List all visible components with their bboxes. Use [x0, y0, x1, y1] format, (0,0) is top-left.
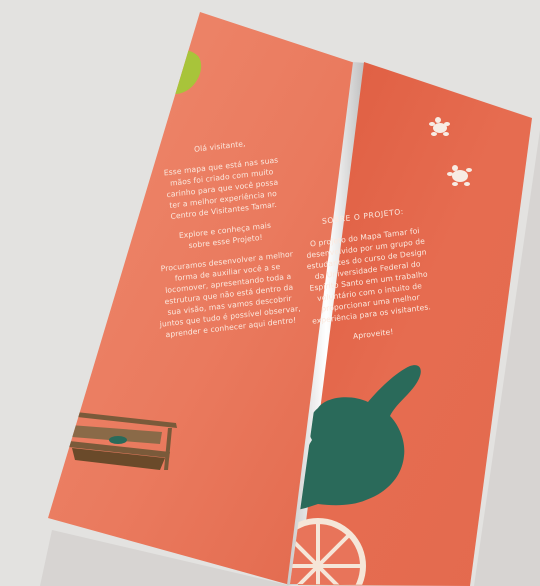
right-panel-text: SOBRE O PROJETO: O projeto do Mapa Tamar…	[288, 202, 449, 358]
left-panel-text: Olá visitante, Esse mapa que está nas su…	[140, 132, 311, 351]
intro-paragraph: Esse mapa que está nas suas mãos foi cri…	[141, 152, 303, 225]
tree-trunk	[160, 96, 166, 112]
about-paragraph: O projeto do Mapa Tamar foi desenvolvido…	[290, 223, 447, 329]
purpose-paragraph: Procuramos desenvolver a melhor forma de…	[147, 247, 311, 342]
